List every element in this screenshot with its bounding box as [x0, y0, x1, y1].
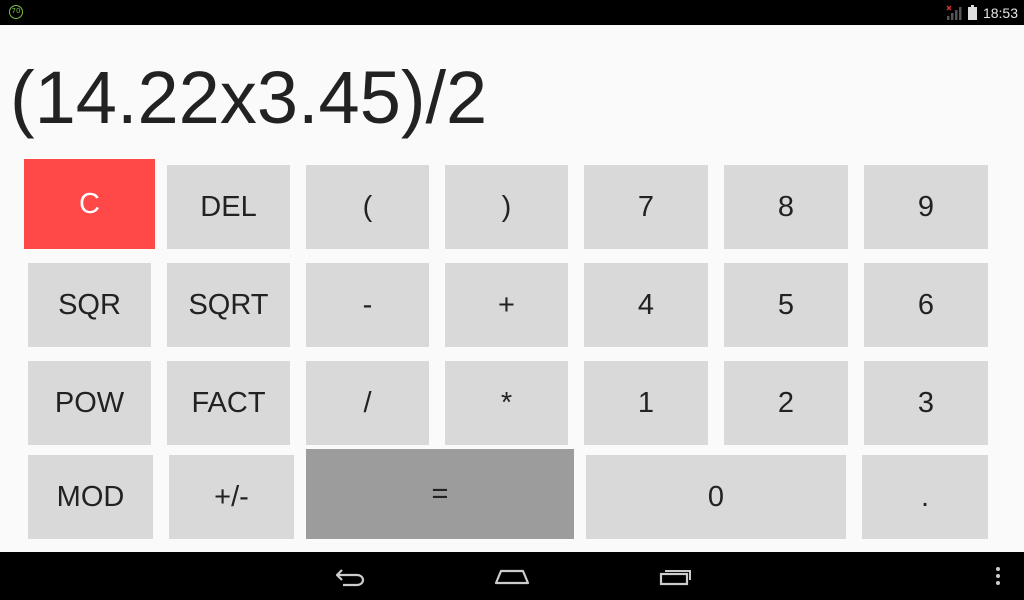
digit-7-button[interactable]: 7 — [584, 165, 708, 249]
decimal-point-button[interactable]: . — [862, 455, 988, 539]
signal-icon — [946, 5, 962, 20]
home-button[interactable] — [490, 552, 534, 600]
multiply-button[interactable]: * — [445, 361, 568, 445]
power-button[interactable]: POW — [28, 361, 151, 445]
divide-button[interactable]: / — [306, 361, 429, 445]
negate-button[interactable]: +/- — [169, 455, 294, 539]
digit-3-button[interactable]: 3 — [864, 361, 988, 445]
navigation-bar — [0, 552, 1024, 600]
digit-6-button[interactable]: 6 — [864, 263, 988, 347]
overflow-menu-button[interactable] — [988, 552, 1008, 600]
status-time: 18:53 — [982, 4, 1018, 21]
recents-button[interactable] — [655, 552, 695, 600]
digit-4-button[interactable]: 4 — [584, 263, 708, 347]
digit-1-button[interactable]: 1 — [584, 361, 708, 445]
home-icon — [494, 569, 530, 585]
equals-button[interactable]: = — [306, 449, 574, 539]
right-paren-button[interactable]: ) — [445, 165, 568, 249]
digit-9-button[interactable]: 9 — [864, 165, 988, 249]
battery-icon — [967, 5, 977, 20]
overflow-menu-icon — [996, 567, 1000, 585]
back-icon — [335, 569, 365, 587]
status-bar: 70 18:53 — [0, 0, 1024, 25]
square-button[interactable]: SQR — [28, 263, 151, 347]
expression-display: (14.22x3.45)/2 — [10, 56, 488, 139]
back-button[interactable] — [330, 552, 370, 600]
digit-5-button[interactable]: 5 — [724, 263, 848, 347]
digit-8-button[interactable]: 8 — [724, 165, 848, 249]
clear-button[interactable]: C — [24, 159, 155, 249]
factorial-button[interactable]: FACT — [167, 361, 290, 445]
minus-button[interactable]: - — [306, 263, 429, 347]
digit-0-button[interactable]: 0 — [586, 455, 846, 539]
digit-2-button[interactable]: 2 — [724, 361, 848, 445]
delete-button[interactable]: DEL — [167, 165, 290, 249]
left-paren-button[interactable]: ( — [306, 165, 429, 249]
plus-button[interactable]: + — [445, 263, 568, 347]
modulo-button[interactable]: MOD — [28, 455, 153, 539]
app-notification-icon: 70 — [9, 5, 23, 19]
square-root-button[interactable]: SQRT — [167, 263, 290, 347]
recents-icon — [659, 570, 691, 586]
status-tray: 18:53 — [946, 0, 1018, 25]
